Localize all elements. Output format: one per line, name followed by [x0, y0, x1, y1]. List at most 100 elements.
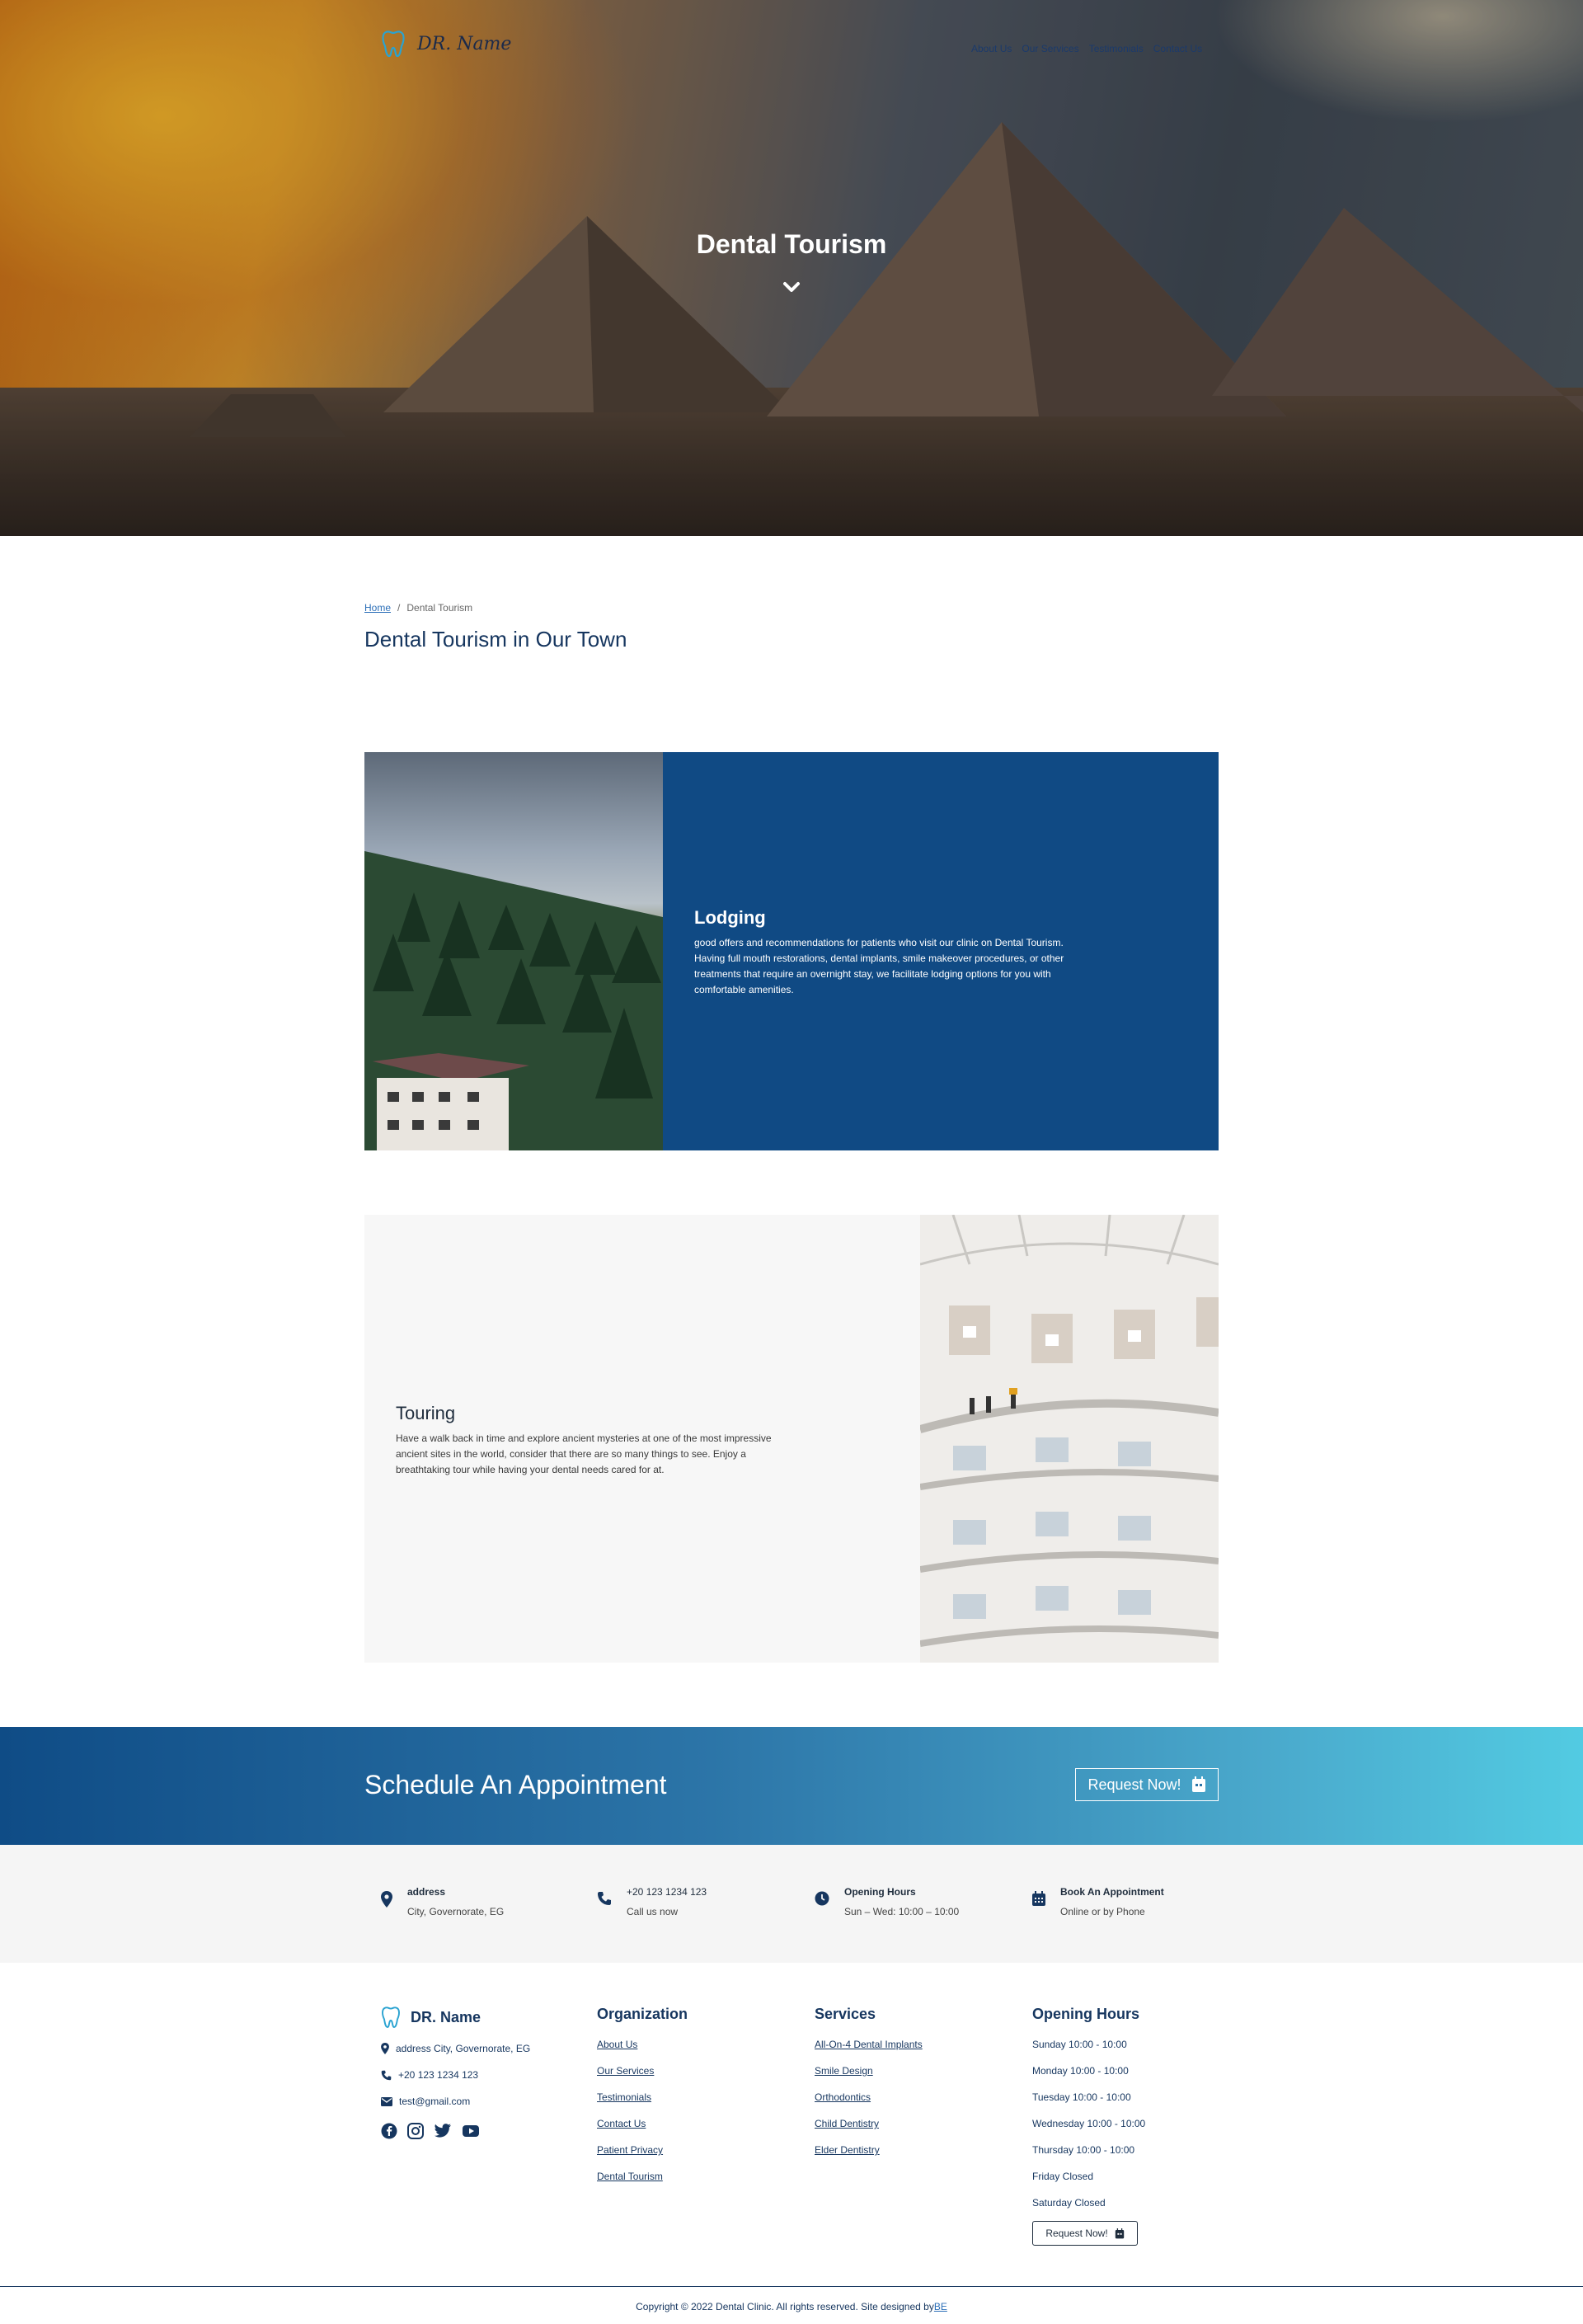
- footer-services-title: Services: [815, 2006, 876, 2022]
- footer-divider: [0, 2286, 1583, 2287]
- footer-brand-column: DR. Name address City, Governorate, EG +…: [381, 2006, 530, 2139]
- touring-title: Touring: [396, 1403, 456, 1423]
- footer-link-all-on-4[interactable]: All-On-4 Dental Implants: [815, 2031, 923, 2058]
- info-hours-title: Opening Hours: [844, 1886, 916, 1898]
- footer-email: test@gmail.com: [381, 2088, 530, 2115]
- footer-link-testimonials[interactable]: Testimonials: [597, 2084, 688, 2110]
- hours-row: Wednesday 10:00 - 10:00: [1032, 2118, 1146, 2129]
- footer-hours-column: Opening Hours Sunday 10:00 - 10:00 Monda…: [1032, 2006, 1145, 2246]
- footer-brand[interactable]: DR. Name: [381, 2006, 530, 2029]
- nav-about-us[interactable]: About Us: [971, 43, 1012, 54]
- contact-info-strip: address City, Governorate, EG +20 123 12…: [0, 1845, 1583, 1963]
- footer-organization-title: Organization: [597, 2006, 688, 2022]
- breadcrumb-separator: /: [397, 602, 401, 614]
- footer-phone: +20 123 1234 123: [381, 2062, 530, 2088]
- footer-link-smile-design[interactable]: Smile Design: [815, 2058, 923, 2084]
- phone-icon: [598, 1892, 611, 1905]
- lodging-title: Lodging: [694, 907, 766, 928]
- calendar-icon: [1032, 1891, 1045, 1906]
- hours-row: Tuesday 10:00 - 10:00: [1032, 2091, 1131, 2103]
- footer-link-patient-privacy[interactable]: Patient Privacy: [597, 2137, 688, 2163]
- footer-services-column: Services All-On-4 Dental Implants Smile …: [815, 2006, 923, 2163]
- envelope-icon: [381, 2096, 392, 2106]
- info-address-sub: City, Governorate, EG: [407, 1906, 505, 1917]
- footer-address-text: address City, Governorate, EG: [396, 2043, 531, 2054]
- instagram-icon[interactable]: [407, 2123, 424, 2139]
- footer-address: address City, Governorate, EG: [381, 2035, 530, 2062]
- hero-banner: DR. Name About Us Our Services Testimoni…: [0, 0, 1583, 536]
- footer-organization-column: Organization About Us Our Services Testi…: [597, 2006, 688, 2190]
- lodging-content: Lodging good offers and recommendations …: [663, 752, 1219, 1150]
- info-address-title: address: [407, 1886, 446, 1898]
- breadcrumb-current: Dental Tourism: [406, 602, 473, 614]
- tooth-icon: [382, 31, 405, 58]
- footer-request-now-label: Request Now!: [1045, 2228, 1108, 2239]
- clock-icon: [815, 1891, 829, 1906]
- hero-overlay: [0, 0, 1583, 536]
- youtube-icon[interactable]: [462, 2123, 480, 2139]
- info-phone-title: +20 123 1234 123: [627, 1886, 707, 1898]
- hours-row: Thursday 10:00 - 10:00: [1032, 2144, 1135, 2156]
- request-now-label: Request Now!: [1087, 1776, 1181, 1793]
- copyright-text: Copyright © 2022 Dental Clinic. All righ…: [636, 2301, 934, 2312]
- info-hours-sub: Sun – Wed: 10:00 – 10:00: [844, 1906, 960, 1917]
- footer: DR. Name address City, Governorate, EG +…: [0, 1963, 1583, 2324]
- info-hours: Opening Hours Sun – Wed: 10:00 – 10:00: [815, 1886, 959, 1917]
- touring-image: [920, 1215, 1219, 1663]
- footer-link-child-dentistry[interactable]: Child Dentistry: [815, 2110, 923, 2137]
- lodging-card: Lodging good offers and recommendations …: [364, 752, 1219, 1150]
- footer-link-orthodontics[interactable]: Orthodontics: [815, 2084, 923, 2110]
- brand-name: DR. Name: [417, 33, 512, 54]
- footer-link-contact-us[interactable]: Contact Us: [597, 2110, 688, 2137]
- hours-row: Saturday Closed: [1032, 2197, 1106, 2209]
- footer-link-dental-tourism[interactable]: Dental Tourism: [597, 2163, 688, 2190]
- hours-row: Monday 10:00 - 10:00: [1032, 2065, 1129, 2077]
- nav-our-services[interactable]: Our Services: [1022, 43, 1078, 54]
- footer-link-elder-dentistry[interactable]: Elder Dentistry: [815, 2137, 923, 2163]
- map-pin-icon: [381, 1891, 392, 1908]
- info-phone-sub: Call us now: [627, 1906, 679, 1917]
- map-pin-icon: [381, 2043, 389, 2054]
- footer-link-about-us[interactable]: About Us: [597, 2031, 688, 2058]
- footer-request-now-button[interactable]: Request Now!: [1032, 2221, 1138, 2246]
- breadcrumb-home-link[interactable]: Home: [364, 602, 391, 614]
- lodging-description: good offers and recommendations for pati…: [694, 937, 1064, 995]
- appointment-banner: Schedule An Appointment Request Now!: [0, 1727, 1583, 1845]
- brand-logo[interactable]: DR. Name: [381, 30, 511, 58]
- hero-title: Dental Tourism: [696, 229, 887, 259]
- info-booking: Book An Appointment Online or by Phone: [1032, 1886, 1164, 1917]
- footer-hours-title: Opening Hours: [1032, 2006, 1139, 2022]
- nav-contact-us[interactable]: Contact Us: [1153, 43, 1202, 54]
- designer-link[interactable]: BE: [934, 2301, 947, 2312]
- main-nav: About Us Our Services Testimonials Conta…: [971, 43, 1202, 54]
- calendar-icon: [1115, 2228, 1124, 2238]
- page-title: Dental Tourism in Our Town: [364, 627, 627, 652]
- twitter-icon[interactable]: [434, 2123, 452, 2139]
- chevron-down-icon[interactable]: [782, 277, 801, 297]
- lodging-image: [364, 752, 663, 1150]
- social-links: [381, 2123, 530, 2139]
- info-phone: +20 123 1234 123 Call us now: [597, 1886, 707, 1917]
- phone-icon: [381, 2070, 392, 2080]
- facebook-icon[interactable]: [381, 2123, 397, 2139]
- calendar-icon: [1191, 1776, 1205, 1792]
- info-booking-sub: Online or by Phone: [1060, 1906, 1145, 1917]
- touring-content: Touring Have a walk back in time and exp…: [364, 1215, 920, 1663]
- touring-card: Touring Have a walk back in time and exp…: [364, 1215, 1219, 1663]
- footer-brand-name: DR. Name: [411, 2008, 481, 2025]
- breadcrumb: Home / Dental Tourism: [364, 602, 472, 614]
- forest-hotel-illustration: [364, 851, 663, 1150]
- hours-row: Sunday 10:00 - 10:00: [1032, 2039, 1127, 2050]
- footer-email-text: test@gmail.com: [399, 2096, 471, 2107]
- tooth-icon: [382, 2006, 400, 2028]
- touring-description: Have a walk back in time and explore anc…: [396, 1433, 772, 1475]
- appointment-title: Schedule An Appointment: [364, 1770, 667, 1799]
- info-address: address City, Governorate, EG: [381, 1886, 504, 1917]
- hours-row: Friday Closed: [1032, 2171, 1094, 2182]
- nav-testimonials[interactable]: Testimonials: [1089, 43, 1144, 54]
- footer-phone-text: +20 123 1234 123: [398, 2069, 479, 2081]
- info-booking-title: Book An Appointment: [1060, 1886, 1164, 1898]
- request-now-button[interactable]: Request Now!: [1075, 1768, 1219, 1801]
- footer-link-our-services[interactable]: Our Services: [597, 2058, 688, 2084]
- atrium-illustration: [920, 1215, 1219, 1663]
